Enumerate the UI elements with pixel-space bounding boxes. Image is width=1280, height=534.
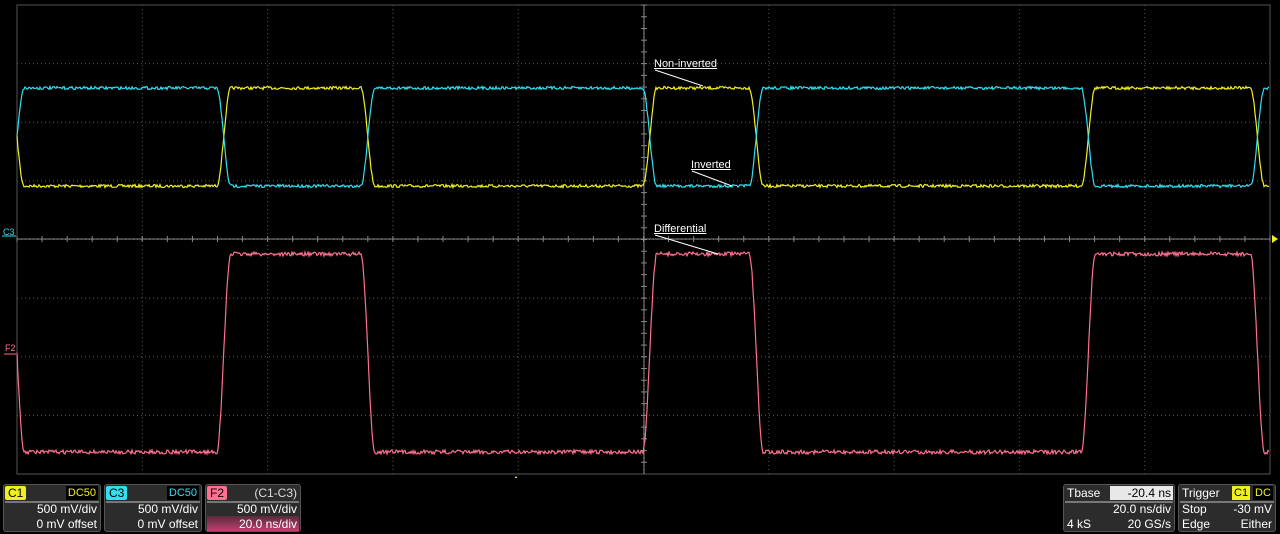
timebase-delay[interactable]: -20.4 ns bbox=[1110, 486, 1173, 500]
channel-c3-panel[interactable]: C3 DC50 500 mV/div 0 mV offset bbox=[104, 484, 202, 532]
annotation-non-inverted-leader bbox=[654, 69, 704, 87]
channel-c3-offset: 0 mV offset bbox=[137, 517, 198, 531]
channel-c1-panel[interactable]: C1 DC50 500 mV/div 0 mV offset bbox=[3, 484, 101, 532]
trace-c1 bbox=[16, 84, 1270, 190]
channel-c1-coupling: DC50 bbox=[65, 486, 98, 500]
annotation-inverted: Inverted bbox=[691, 159, 731, 171]
math-f2-formula: (C1-C3) bbox=[254, 486, 297, 500]
trigger-level: -30 mV bbox=[1233, 502, 1272, 516]
timebase-rate: 20 GS/s bbox=[1127, 517, 1171, 531]
math-f2-panel[interactable]: F2 (C1-C3) 500 mV/div 20.0 ns/div bbox=[205, 484, 301, 532]
channel-c1-offset: 0 mV offset bbox=[36, 517, 97, 531]
oscilloscope-screen: Non-inverted Inverted Differential C3 F2 bbox=[0, 0, 1280, 534]
channel-c3-tag[interactable]: C3 bbox=[106, 486, 128, 500]
timebase-label: Tbase bbox=[1067, 486, 1101, 500]
waveform-traces bbox=[16, 69, 1270, 456]
annotation-differential-leader bbox=[654, 234, 719, 255]
trigger-type: Edge bbox=[1182, 517, 1211, 531]
channel-c1-vdiv: 500 mV/div bbox=[36, 502, 97, 516]
math-f2-tdiv: 20.0 ns/div bbox=[238, 517, 297, 531]
math-f2-tag[interactable]: F2 bbox=[207, 486, 228, 500]
trigger-panel[interactable]: Trigger C1 DC Stop -30 mV Edge Either bbox=[1178, 484, 1276, 532]
trace-f2 bbox=[16, 249, 1270, 456]
timebase-points: 4 kS bbox=[1067, 517, 1092, 531]
trigger-slope: Either bbox=[1240, 517, 1272, 531]
annotation-non-inverted: Non-inverted bbox=[654, 58, 717, 70]
math-f2-vdiv: 500 mV/div bbox=[236, 502, 297, 516]
trigger-source: C1 bbox=[1232, 486, 1251, 500]
f2-ground-marker: F2 bbox=[5, 343, 16, 353]
annotation-differential: Differential bbox=[654, 223, 707, 235]
trigger-coupling: DC bbox=[1253, 486, 1273, 500]
trigger-label: Trigger bbox=[1182, 486, 1220, 500]
channel-c3-vdiv: 500 mV/div bbox=[137, 502, 198, 516]
timebase-panel[interactable]: Tbase -20.4 ns 20.0 ns/div 4 kS 20 GS/s bbox=[1063, 484, 1175, 532]
c3-ground-marker: C3 bbox=[3, 227, 15, 237]
timebase-tdiv: 20.0 ns/div bbox=[1112, 502, 1171, 516]
trigger-mode: Stop bbox=[1182, 502, 1207, 516]
channel-c1-tag[interactable]: C1 bbox=[5, 486, 27, 500]
channel-c3-coupling: DC50 bbox=[166, 486, 199, 500]
trace-c3 bbox=[16, 84, 1270, 189]
annotation-inverted-leader bbox=[691, 170, 733, 187]
